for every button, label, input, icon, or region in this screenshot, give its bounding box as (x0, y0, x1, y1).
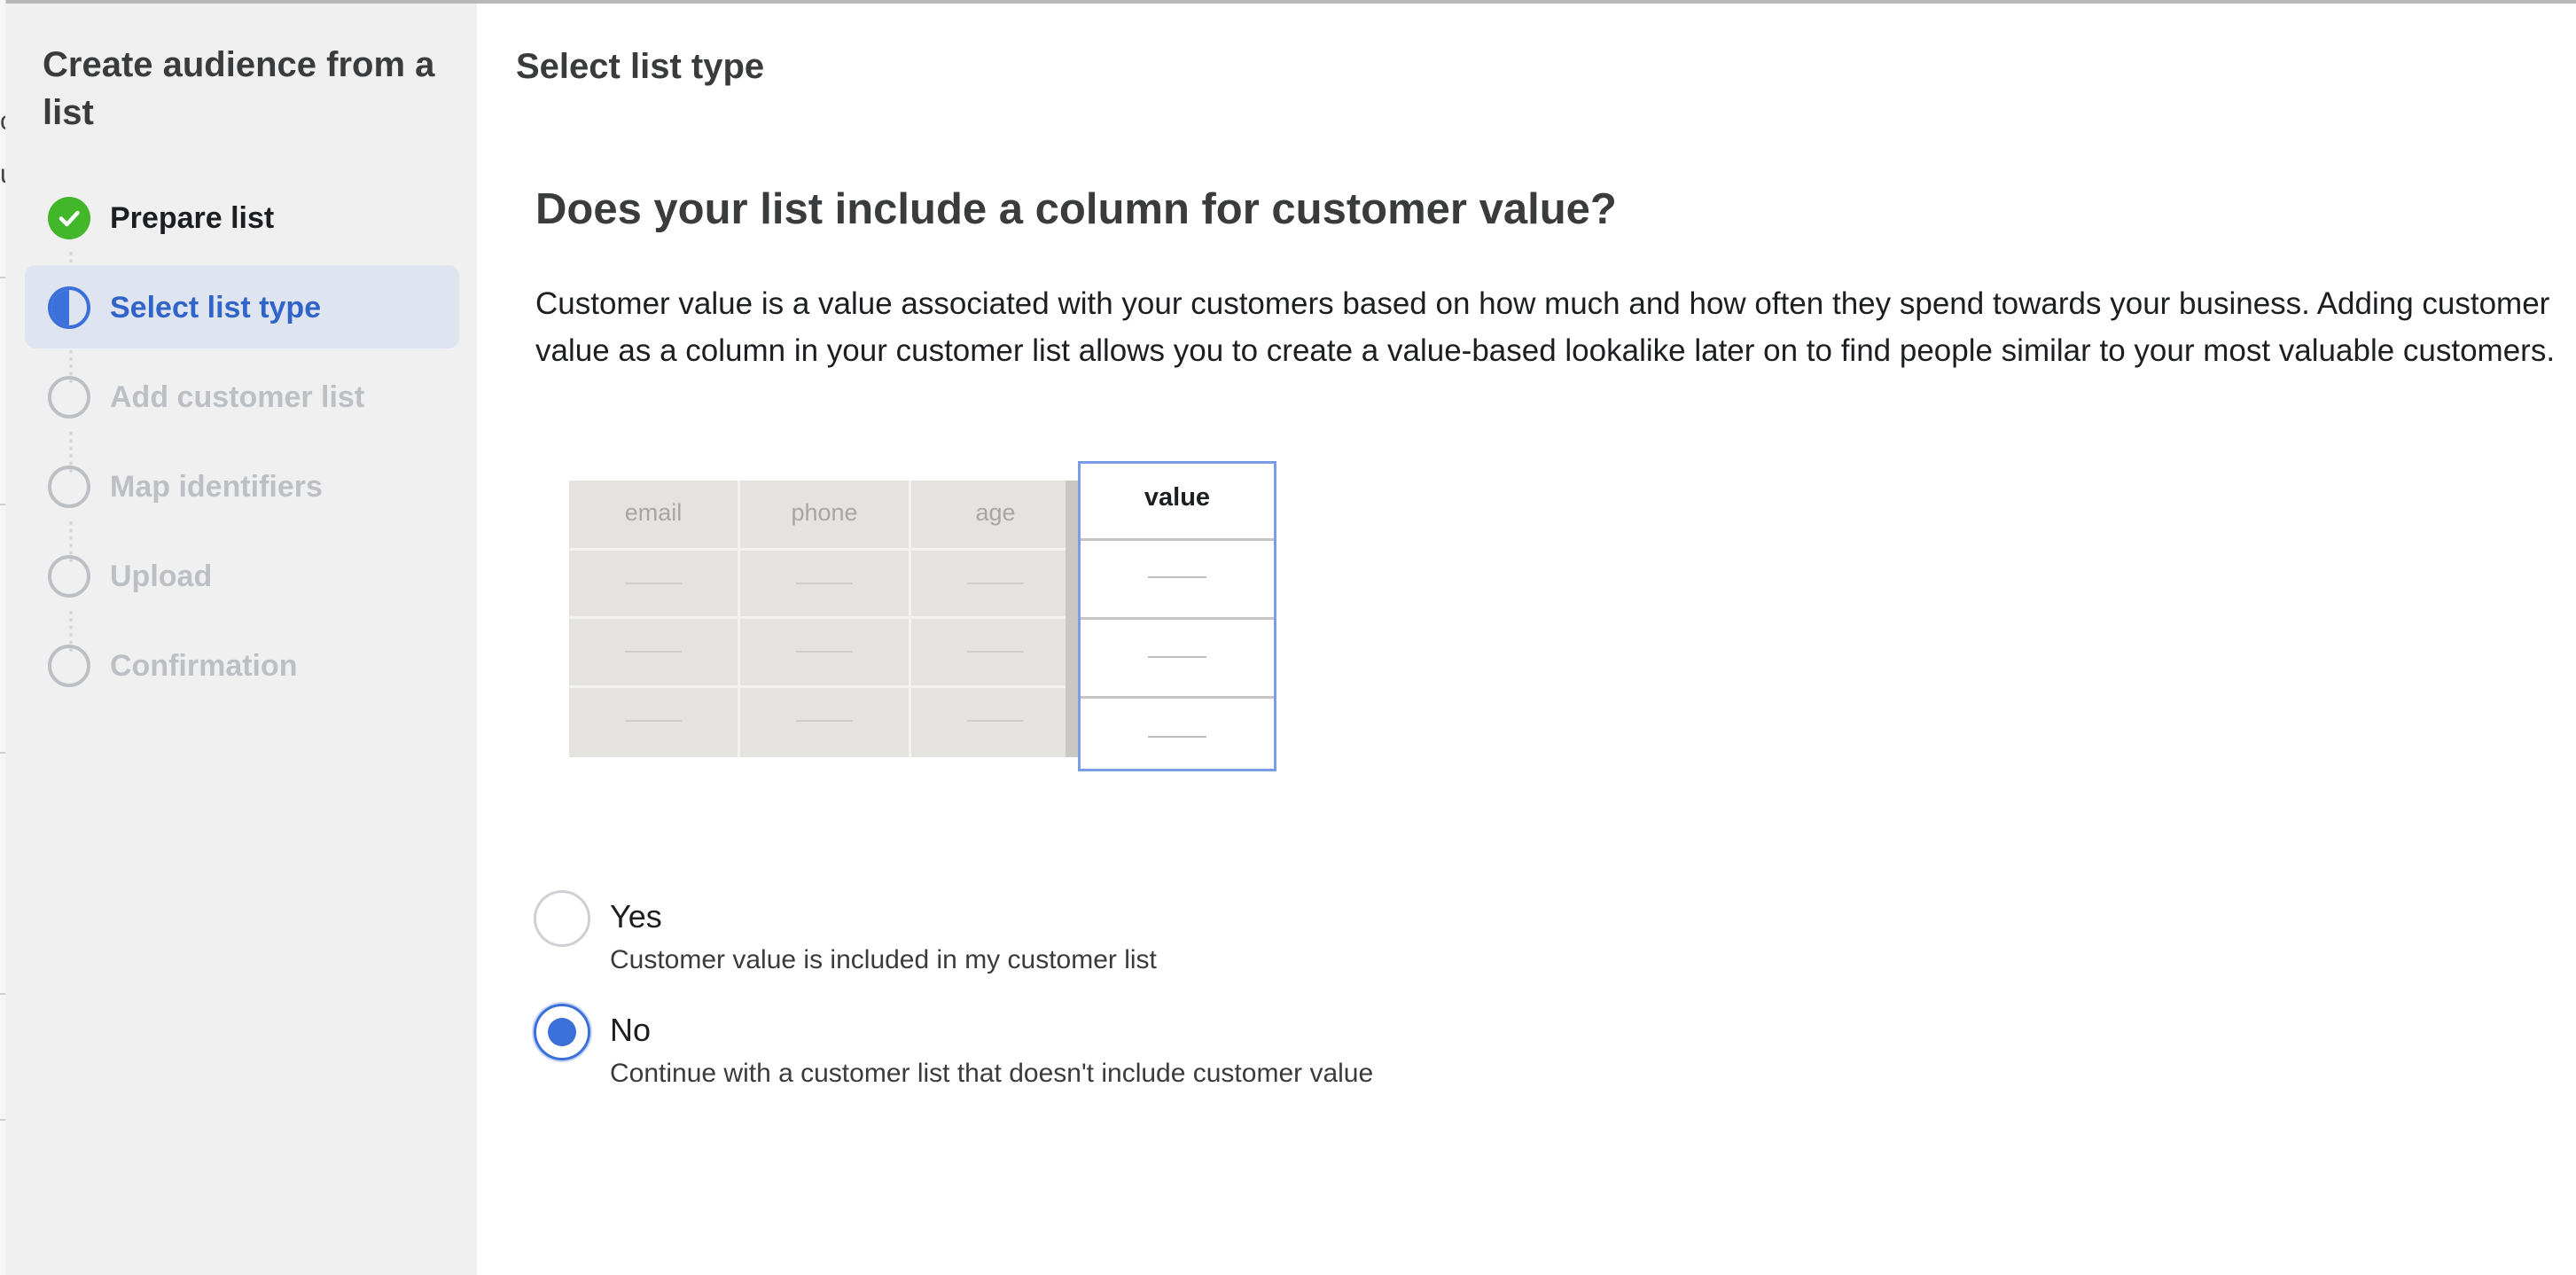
step-confirmation: Confirmation (25, 623, 459, 707)
check-circle-icon (48, 197, 90, 239)
step-map-identifiers: Map identifiers (25, 444, 459, 528)
steps-sidebar: Create audience from a list Prepare list… (5, 4, 477, 1275)
illustration-divider (1081, 617, 1274, 620)
radio-no[interactable] (534, 1004, 590, 1060)
placeholder-dash (967, 583, 1024, 584)
illustration-divider (1081, 696, 1274, 699)
option-no-description: Continue with a customer list that doesn… (610, 1059, 1374, 1088)
option-no-label: No (610, 1012, 652, 1048)
step-prepare-list[interactable]: Prepare list (25, 176, 459, 259)
illustration-value-column: value (1078, 461, 1276, 771)
placeholder-dash (625, 651, 682, 653)
illustration-column-email: email (624, 499, 683, 526)
placeholder-dash (796, 651, 853, 653)
empty-circle-icon (48, 555, 90, 598)
illustration-divider (569, 616, 1066, 619)
question-heading: Does your list include a column for cust… (535, 185, 1617, 233)
placeholder-dash (1148, 736, 1206, 738)
step-select-list-type[interactable]: Select list type (25, 265, 459, 348)
placeholder-dash (625, 720, 682, 722)
placeholder-dash (1148, 576, 1206, 578)
illustration-divider (569, 685, 1066, 688)
sidebar-title: Create audience from a list (43, 45, 435, 132)
half-circle-icon (48, 286, 90, 329)
step-label: Upload (110, 559, 213, 593)
step-label: Add customer list (110, 380, 365, 414)
empty-circle-icon (48, 645, 90, 687)
step-add-customer-list: Add customer list (25, 355, 459, 438)
step-upload: Upload (25, 534, 459, 617)
placeholder-dash (967, 720, 1024, 722)
radio-selected-dot (548, 1018, 576, 1046)
placeholder-dash (796, 720, 853, 722)
illustration-divider (1081, 538, 1274, 541)
option-yes[interactable]: Yes Customer value is included in my cus… (534, 890, 1597, 988)
question-description: Customer value is a value associated wit… (535, 286, 2556, 368)
illustration-divider (569, 548, 1066, 551)
placeholder-dash (796, 583, 853, 584)
empty-circle-icon (48, 465, 90, 508)
placeholder-dash (967, 651, 1024, 653)
illustration-column-value: value (1144, 483, 1211, 512)
create-audience-dialog: o u Create audience from a list Prepare … (0, 0, 2576, 1275)
main-panel: Select list type Does your list include … (477, 4, 2576, 1275)
placeholder-dash (625, 583, 682, 584)
illustration-column-phone: phone (791, 499, 858, 526)
step-label: Select list type (110, 291, 322, 325)
placeholder-dash (1148, 656, 1206, 658)
option-no[interactable]: No Continue with a customer list that do… (534, 1004, 1597, 1101)
radio-yes[interactable] (534, 890, 590, 947)
illustration-column-age: age (975, 499, 1016, 526)
customer-list-illustration: email phone age value (569, 461, 1278, 780)
step-label: Map identifiers (110, 470, 323, 504)
panel-header: Select list type (516, 47, 765, 86)
empty-circle-icon (48, 376, 90, 418)
step-label: Prepare list (110, 201, 275, 235)
option-yes-label: Yes (610, 898, 662, 935)
step-label: Confirmation (110, 649, 298, 683)
option-yes-description: Customer value is included in my custome… (610, 945, 1157, 974)
